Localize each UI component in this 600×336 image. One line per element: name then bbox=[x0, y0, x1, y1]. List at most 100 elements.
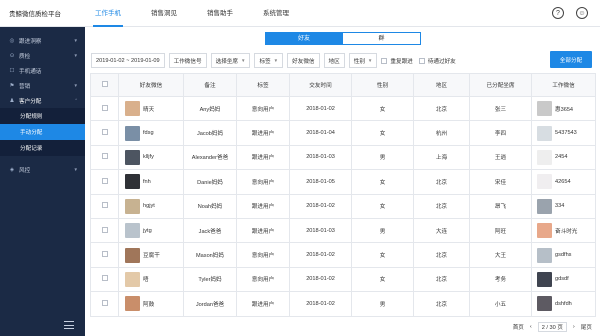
sidebar-item-risk-control[interactable]: ◈ 风控 ▼ bbox=[0, 162, 85, 177]
region-cell: 北京 bbox=[413, 242, 470, 268]
tag-select[interactable]: 标签 ▼ bbox=[254, 53, 284, 68]
help-icon[interactable]: ? bbox=[552, 7, 564, 19]
sidebar-item-follow-insight[interactable]: ◎ 跟进洞察 ▼ bbox=[0, 33, 85, 48]
friend-wechat: fdsg bbox=[143, 130, 154, 137]
friend-wechat-input[interactable]: 好友微信 bbox=[287, 53, 320, 68]
tag-cell: 跟进用户 bbox=[236, 144, 290, 171]
row-checkbox[interactable] bbox=[90, 217, 119, 244]
region-cell: 北京 bbox=[413, 193, 470, 219]
sidebar-item-label: 客户分配 bbox=[19, 98, 42, 105]
prev-page-button[interactable]: ‹ bbox=[530, 324, 532, 330]
nav-tab-system-admin[interactable]: 系统管理 bbox=[254, 0, 298, 27]
friend-time-cell: 2018-01-04 bbox=[289, 120, 352, 146]
select-all-checkbox[interactable] bbox=[90, 73, 119, 97]
avatar bbox=[125, 125, 140, 141]
pending-friends-checkbox[interactable]: 待通过好友 bbox=[418, 57, 456, 65]
pagination: 首页 ‹ 2 / 30 页 › 尾页 bbox=[513, 322, 592, 332]
table-row[interactable]: jytg Jack爸爸 跟进用户 2018-01-03 男大连 阿旺 奋斗时光 bbox=[90, 217, 596, 244]
segment-groups[interactable]: 群 bbox=[343, 32, 421, 45]
avatar bbox=[125, 149, 140, 165]
agent-cell: 考务 bbox=[469, 266, 532, 293]
tag-cell: 意向用户 bbox=[236, 169, 290, 195]
segment-friends[interactable]: 好友 bbox=[265, 32, 343, 45]
nav-tab-work-phone[interactable]: 工作手机 bbox=[86, 0, 130, 27]
avatar bbox=[537, 296, 552, 312]
next-page-button[interactable]: › bbox=[573, 324, 575, 330]
chevron-down-icon: ▼ bbox=[367, 58, 373, 63]
row-checkbox[interactable] bbox=[90, 242, 119, 268]
sidebar: ◎ 跟进洞察 ▼ ⊙ 质检 ▼ ☐ 手机通话 ⚑ 营销 ▼ ♟ 客户分配 ⌃ 分… bbox=[0, 27, 85, 336]
work-wechat-select[interactable]: 工作微信号 bbox=[168, 53, 207, 68]
gender-cell: 女 bbox=[351, 120, 414, 146]
table-header-row: 好友微信 备注 标签 交友时间 性别 地区 已分配坐席 工作微信 bbox=[90, 73, 596, 97]
column-header: 好友微信 bbox=[118, 73, 184, 97]
sidebar-item-phone-calls[interactable]: ☐ 手机通话 bbox=[0, 63, 85, 78]
friend-time-cell: 2018-01-02 bbox=[289, 95, 352, 122]
remark-cell: Jordan爸爸 bbox=[183, 291, 237, 317]
first-page-button[interactable]: 首页 bbox=[513, 323, 524, 331]
page-indicator[interactable]: 2 / 30 页 bbox=[537, 322, 567, 332]
user-icon[interactable]: ☺ bbox=[576, 7, 588, 19]
friend-time-cell: 2018-01-02 bbox=[289, 291, 352, 317]
collapse-menu-icon[interactable] bbox=[64, 321, 74, 329]
sidebar-subitem-assign-rules[interactable]: 分配规则 bbox=[0, 108, 85, 124]
agent-cell: 大王 bbox=[469, 242, 532, 268]
sidebar-subitem-assign-records[interactable]: 分配记录 bbox=[0, 140, 85, 156]
sidebar-item-quality-check[interactable]: ⊙ 质检 ▼ bbox=[0, 48, 85, 63]
chevron-up-icon: ⌃ bbox=[74, 97, 78, 103]
sidebar-item-customer-assign[interactable]: ♟ 客户分配 ⌃ bbox=[0, 93, 85, 108]
table-row[interactable]: hgjyt Noah妈妈 跟进用户 2018-01-02 女北京 昂飞 334 bbox=[90, 193, 596, 219]
remark-cell: Jacob妈妈 bbox=[183, 120, 237, 146]
region-select[interactable]: 地区 bbox=[323, 53, 345, 68]
avatar bbox=[125, 198, 140, 214]
main-panel: 好友 群 2019-01-02 ~ 2019-01-09 工作微信号 选择坐席 ▼… bbox=[85, 27, 600, 336]
risk-icon: ◈ bbox=[9, 166, 15, 173]
table-row[interactable]: 晴天 Any妈妈 意向用户 2018-01-02 女北京 张三 惠3654 bbox=[90, 95, 596, 122]
row-checkbox[interactable] bbox=[90, 169, 119, 195]
repeat-follow-checkbox[interactable]: 重复跟进 bbox=[381, 57, 413, 65]
avatar bbox=[537, 223, 552, 239]
tag-cell: 意向用户 bbox=[236, 242, 290, 268]
nav-tab-sales-assistant[interactable]: 销售助手 bbox=[198, 0, 242, 27]
last-page-button[interactable]: 尾页 bbox=[581, 323, 592, 331]
agent-select[interactable]: 选择坐席 ▼ bbox=[210, 53, 251, 68]
sidebar-subitem-manual-assign[interactable]: 手动分配 bbox=[0, 124, 85, 140]
sidebar-item-label: 手机通话 bbox=[19, 68, 42, 75]
sidebar-item-label: 跟进洞察 bbox=[19, 38, 42, 45]
customer-icon: ♟ bbox=[9, 97, 15, 104]
table-row[interactable]: 唔 Tyler妈妈 意向用户 2018-01-02 女北京 考务 gdsdf bbox=[90, 266, 596, 293]
chevron-down-icon: ▼ bbox=[73, 83, 78, 88]
gender-select[interactable]: 性别 ▼ bbox=[348, 53, 378, 68]
assign-all-button[interactable]: 全部分配 bbox=[550, 51, 592, 68]
table-row[interactable]: 阿鼓 Jordan爸爸 跟进用户 2018-01-02 男北京 小五 dshfdh bbox=[90, 291, 596, 317]
remark-cell: Noah妈妈 bbox=[183, 193, 237, 219]
friend-wechat: 晴天 bbox=[143, 106, 155, 113]
table-row[interactable]: fdsg Jacob妈妈 跟进用户 2018-01-04 女杭州 李四 5437543 bbox=[90, 120, 596, 146]
column-header: 交友时间 bbox=[289, 73, 352, 97]
gender-cell: 男 bbox=[351, 217, 414, 244]
agent-cell: 昂飞 bbox=[469, 193, 532, 219]
row-checkbox[interactable] bbox=[90, 95, 119, 122]
header-icons: ? ☺ bbox=[552, 7, 588, 19]
region-cell: 杭州 bbox=[413, 120, 470, 146]
sidebar-item-marketing[interactable]: ⚑ 营销 ▼ bbox=[0, 78, 85, 93]
chevron-down-icon: ▼ bbox=[240, 58, 246, 63]
nav-tab-sales-insight[interactable]: 销售洞见 bbox=[142, 0, 186, 27]
gender-cell: 女 bbox=[351, 95, 414, 122]
agent-cell: 阿旺 bbox=[469, 217, 532, 244]
row-checkbox[interactable] bbox=[90, 193, 119, 219]
row-checkbox[interactable] bbox=[90, 144, 119, 171]
row-checkbox[interactable] bbox=[90, 291, 119, 317]
tag-cell: 跟进用户 bbox=[236, 193, 290, 219]
table-row[interactable]: fnh Danie妈妈 意向用户 2018-01-05 女北京 宋佳 42654 bbox=[90, 169, 596, 195]
friend-time-cell: 2018-01-02 bbox=[289, 193, 352, 219]
work-wechat: 奋斗时光 bbox=[555, 228, 578, 235]
row-checkbox[interactable] bbox=[90, 120, 119, 146]
avatar bbox=[125, 101, 140, 117]
sidebar-item-label: 质检 bbox=[19, 53, 31, 60]
table-row[interactable]: 豆腐干 Mason妈妈 意向用户 2018-01-02 女北京 大王 gsdfhs bbox=[90, 242, 596, 268]
row-checkbox[interactable] bbox=[90, 266, 119, 293]
work-wechat: 2454 bbox=[555, 154, 568, 161]
table-row[interactable]: klljfy Alexander爸爸 跟进用户 2018-01-03 男上海 王逍 2454 bbox=[90, 144, 596, 171]
date-range-picker[interactable]: 2019-01-02 ~ 2019-01-09 bbox=[91, 53, 165, 68]
